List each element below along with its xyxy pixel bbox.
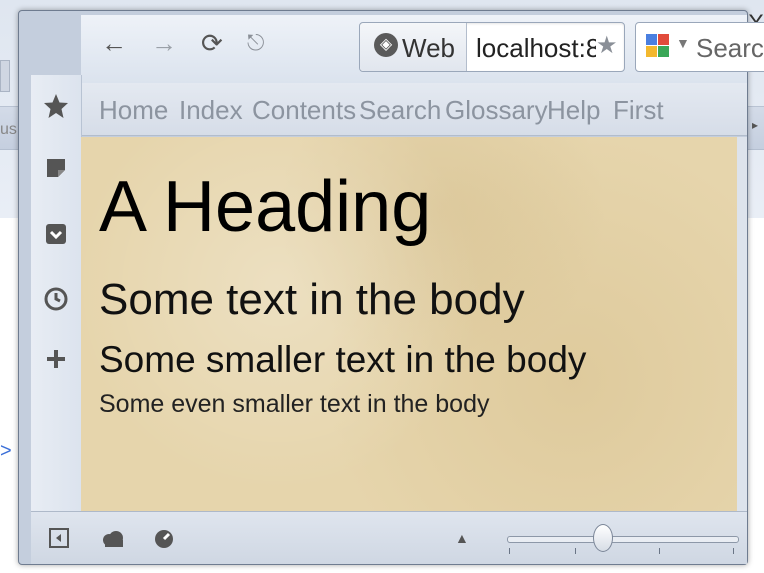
background-tab-fragment: us — [0, 121, 17, 138]
google-icon[interactable] — [644, 31, 672, 61]
nav-link-home[interactable]: Home — [99, 95, 168, 126]
forward-icon[interactable]: → — [151, 29, 177, 57]
zoom-up-arrow-icon[interactable]: ▲ — [455, 530, 469, 546]
nav-link-first[interactable]: First — [613, 95, 664, 126]
nav-link-contents[interactable]: Contents — [252, 95, 356, 126]
web-label: Web — [402, 33, 455, 63]
plus-icon[interactable] — [46, 349, 66, 369]
nav-link-index[interactable]: Index — [179, 95, 243, 126]
body-text-medium: Some smaller text in the body — [99, 339, 587, 380]
note-icon[interactable] — [45, 157, 67, 179]
search-input[interactable]: Search — [696, 33, 764, 63]
background-marker: > — [0, 440, 12, 462]
search-engine-dropdown-icon[interactable]: ▼ — [676, 35, 690, 51]
speedometer-icon[interactable] — [153, 528, 175, 550]
nav-link-help[interactable]: Help — [547, 95, 600, 126]
vertical-scrollbar[interactable] — [737, 137, 747, 511]
slider-tick — [575, 548, 576, 554]
site-navigation-bar: Home Index Contents Search Glossary Help… — [81, 83, 747, 136]
pocket-icon[interactable] — [45, 223, 67, 245]
reload-icon[interactable]: ⟳ — [201, 29, 223, 57]
navigation-toolbar: ← → ⟳ ⎋ ◈ Web localhost:8080 ★ ▼ Search — [81, 15, 764, 83]
browser-window: ← → ⟳ ⎋ ◈ Web localhost:8080 ★ ▼ Search … — [18, 10, 764, 565]
zoom-slider-track[interactable] — [507, 536, 739, 543]
browser-sidebar — [31, 75, 82, 511]
clock-icon[interactable] — [44, 287, 68, 311]
status-bar: ▲ — [31, 511, 747, 564]
background-scroll-arrow[interactable]: ▸ — [752, 118, 758, 132]
url-text[interactable]: localhost:8080 — [476, 33, 596, 63]
sidebar-toggle-icon[interactable] — [49, 528, 69, 548]
slider-tick — [659, 548, 660, 554]
search-box[interactable]: ▼ Search — [635, 22, 764, 72]
cloud-icon[interactable] — [101, 530, 125, 548]
page-heading: A Heading — [99, 167, 432, 247]
background-app-edge-tab — [0, 60, 10, 92]
body-text-small: Some even smaller text in the body — [99, 390, 490, 418]
address-bar[interactable]: ◈ Web localhost:8080 ★ — [359, 22, 625, 72]
key-icon[interactable]: ⎋ — [247, 29, 264, 57]
slider-tick — [733, 548, 734, 554]
zoom-slider-thumb[interactable] — [593, 524, 613, 552]
web-identity-button[interactable]: ◈ Web — [360, 23, 467, 71]
page-content: A Heading Some text in the body Some sma… — [81, 137, 737, 511]
star-icon[interactable] — [43, 93, 69, 119]
back-icon[interactable]: ← — [101, 29, 127, 57]
body-text-large: Some text in the body — [99, 275, 525, 324]
nav-link-glossary[interactable]: Glossary — [445, 95, 548, 126]
slider-tick — [509, 548, 510, 554]
nav-link-search[interactable]: Search — [359, 95, 441, 126]
globe-icon: ◈ — [374, 33, 398, 57]
bookmark-star-icon[interactable]: ★ — [596, 31, 618, 60]
